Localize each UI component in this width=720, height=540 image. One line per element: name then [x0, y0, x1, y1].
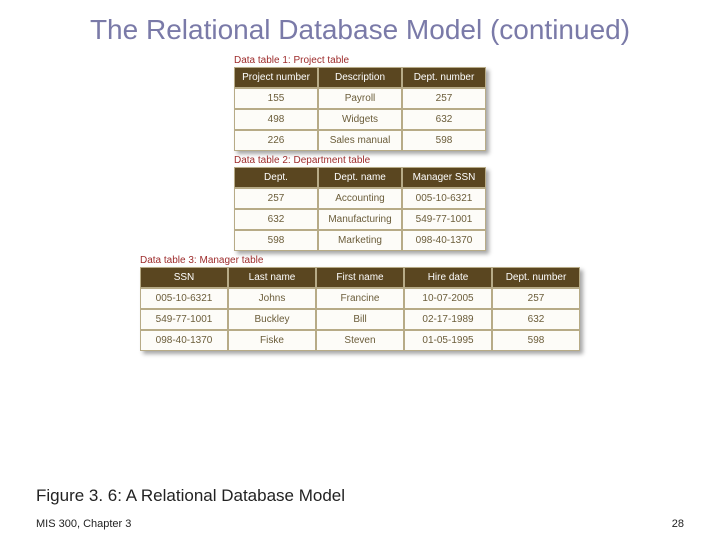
table-row: 098-40-1370 Fiske Steven 01-05-1995 598 — [140, 330, 580, 351]
cell: 549-77-1001 — [140, 309, 228, 330]
footer-course: MIS 300, Chapter 3 — [36, 518, 131, 530]
cell: Manufacturing — [318, 209, 402, 230]
table-row: 155 Payroll 257 — [234, 88, 486, 109]
cell: Bill — [316, 309, 404, 330]
cell: Marketing — [318, 230, 402, 251]
col-header: Project number — [234, 67, 318, 88]
table-row: 257 Accounting 005-10-6321 — [234, 188, 486, 209]
table-row: 549-77-1001 Buckley Bill 02-17-1989 632 — [140, 309, 580, 330]
figure-caption: Figure 3. 6: A Relational Database Model — [36, 486, 345, 506]
project-table: Project number Description Dept. number … — [234, 67, 486, 151]
cell: 005-10-6321 — [402, 188, 486, 209]
cell: Payroll — [318, 88, 402, 109]
col-header: Dept. name — [318, 167, 402, 188]
cell: 10-07-2005 — [404, 288, 492, 309]
col-header: First name — [316, 267, 404, 288]
col-header: Last name — [228, 267, 316, 288]
footer-page-number: 28 — [672, 518, 684, 530]
col-header: Hire date — [404, 267, 492, 288]
cell: Fiske — [228, 330, 316, 351]
cell: 598 — [402, 130, 486, 151]
cell: 549-77-1001 — [402, 209, 486, 230]
col-header: Description — [318, 67, 402, 88]
cell: 098-40-1370 — [402, 230, 486, 251]
cell: 632 — [234, 209, 318, 230]
project-table-caption: Data table 1: Project table — [234, 55, 349, 66]
cell: 02-17-1989 — [404, 309, 492, 330]
slide-title: The Relational Database Model (continued… — [0, 0, 720, 53]
manager-table: SSN Last name First name Hire date Dept.… — [140, 267, 580, 351]
department-table-block: Data table 2: Department table Dept. Dep… — [234, 155, 486, 251]
col-header: Dept. — [234, 167, 318, 188]
cell: Sales manual — [318, 130, 402, 151]
table-header-row: Project number Description Dept. number — [234, 67, 486, 88]
cell: 257 — [402, 88, 486, 109]
cell: 632 — [402, 109, 486, 130]
department-table-caption: Data table 2: Department table — [234, 155, 370, 166]
project-table-block: Data table 1: Project table Project numb… — [234, 55, 486, 151]
cell: 098-40-1370 — [140, 330, 228, 351]
cell: 598 — [234, 230, 318, 251]
col-header: Dept. number — [492, 267, 580, 288]
table-row: 598 Marketing 098-40-1370 — [234, 230, 486, 251]
cell: 005-10-6321 — [140, 288, 228, 309]
cell: Steven — [316, 330, 404, 351]
table-row: 632 Manufacturing 549-77-1001 — [234, 209, 486, 230]
cell: 257 — [234, 188, 318, 209]
table-row: 226 Sales manual 598 — [234, 130, 486, 151]
cell: Francine — [316, 288, 404, 309]
table-header-row: SSN Last name First name Hire date Dept.… — [140, 267, 580, 288]
cell: 226 — [234, 130, 318, 151]
cell: 257 — [492, 288, 580, 309]
manager-table-caption: Data table 3: Manager table — [140, 255, 263, 266]
cell: Widgets — [318, 109, 402, 130]
table-row: 498 Widgets 632 — [234, 109, 486, 130]
table-header-row: Dept. Dept. name Manager SSN — [234, 167, 486, 188]
cell: 155 — [234, 88, 318, 109]
table-row: 005-10-6321 Johns Francine 10-07-2005 25… — [140, 288, 580, 309]
col-header: SSN — [140, 267, 228, 288]
tables-area: Data table 1: Project table Project numb… — [0, 55, 720, 351]
cell: 598 — [492, 330, 580, 351]
manager-table-block: Data table 3: Manager table SSN Last nam… — [140, 255, 580, 351]
cell: 632 — [492, 309, 580, 330]
col-header: Dept. number — [402, 67, 486, 88]
col-header: Manager SSN — [402, 167, 486, 188]
cell: 498 — [234, 109, 318, 130]
cell: Buckley — [228, 309, 316, 330]
cell: Accounting — [318, 188, 402, 209]
department-table: Dept. Dept. name Manager SSN 257 Account… — [234, 167, 486, 251]
cell: 01-05-1995 — [404, 330, 492, 351]
cell: Johns — [228, 288, 316, 309]
